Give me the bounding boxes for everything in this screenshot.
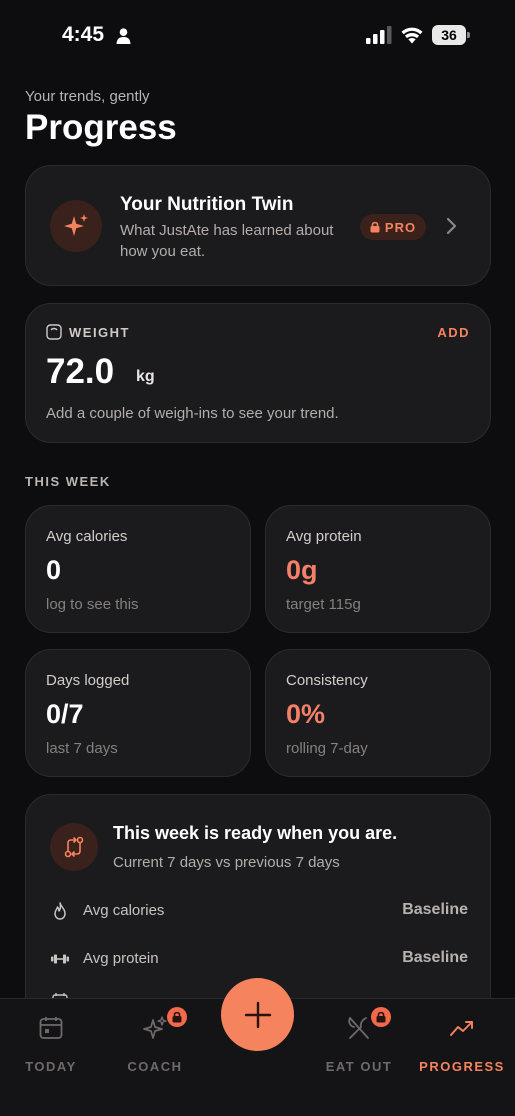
row-value: Baseline <box>402 901 468 918</box>
cellular-signal-icon <box>366 26 392 44</box>
calendar-icon <box>39 1017 63 1039</box>
stat-card-days-logged: Days logged 0/7 last 7 days <box>25 649 251 777</box>
status-time: 4:45 <box>62 23 105 46</box>
stat-sub: log to see this <box>46 596 139 613</box>
tab-eat-out[interactable]: EAT OUT <box>309 1007 409 1074</box>
week-subtitle: Current 7 days vs previous 7 days <box>113 854 340 871</box>
row-value: Baseline <box>402 949 468 966</box>
sparkle-badge <box>50 200 102 252</box>
stat-card-avg-protein: Avg protein 0g target 115g <box>265 505 491 633</box>
lock-icon <box>172 1011 182 1023</box>
tab-label: EAT OUT <box>325 1059 393 1074</box>
lock-badge <box>371 1007 391 1027</box>
flame-icon <box>54 902 66 920</box>
tab-label: TODAY <box>25 1059 77 1074</box>
weight-label: WEIGHT <box>69 325 130 340</box>
weight-card: WEIGHT ADD 72.0 kg Add a couple of weigh… <box>25 303 491 443</box>
status-bar: 4:45 36 <box>0 0 515 70</box>
stat-card-avg-calories: Avg calories 0 log to see this <box>25 505 251 633</box>
week-title: This week is ready when you are. <box>113 823 398 843</box>
stat-label: Avg calories <box>46 528 128 545</box>
stat-sub: rolling 7-day <box>286 740 368 757</box>
pro-badge: PRO <box>360 214 426 240</box>
nutrition-twin-card[interactable]: Your Nutrition Twin What JustAte has lea… <box>25 165 491 286</box>
lock-icon <box>370 221 380 233</box>
battery-nub <box>467 32 470 38</box>
sparkle-icon <box>64 214 88 236</box>
tab-label: COACH <box>127 1059 183 1074</box>
add-weight-button[interactable]: ADD <box>437 325 470 340</box>
stat-value: 0% <box>286 699 326 729</box>
weight-value: 72.0 <box>46 352 115 391</box>
add-log-button[interactable] <box>221 978 294 1051</box>
dumbbell-icon <box>51 954 69 964</box>
lock-icon <box>376 1011 386 1023</box>
stat-label: Avg protein <box>286 528 362 545</box>
page-subtitle: Your trends, gently <box>25 88 150 105</box>
stat-label: Days logged <box>46 672 130 689</box>
scale-icon <box>46 324 62 340</box>
stat-sub: last 7 days <box>46 740 118 757</box>
tab-label: PROGRESS <box>419 1059 505 1074</box>
comparison-row-calories: Avg calories Baseline <box>50 899 468 923</box>
comparison-row-protein: Avg protein Baseline <box>50 947 468 971</box>
compare-badge <box>50 823 98 871</box>
stat-card-consistency: Consistency 0% rolling 7-day <box>265 649 491 777</box>
stat-label: Consistency <box>286 672 368 689</box>
page-title: Progress <box>25 108 177 147</box>
plus-icon <box>244 1001 271 1028</box>
weight-unit: kg <box>136 368 155 385</box>
tab-coach[interactable]: COACH <box>105 1007 205 1074</box>
twin-title: Your Nutrition Twin <box>120 194 294 215</box>
lock-badge <box>167 1007 187 1027</box>
compare-arrows-icon <box>64 836 84 858</box>
wifi-icon <box>401 27 423 44</box>
chevron-right-icon <box>446 217 457 235</box>
stat-sub: target 115g <box>286 596 361 613</box>
battery-indicator: 36 <box>432 25 470 45</box>
stat-value: 0 <box>46 555 62 585</box>
sparkle-icon <box>143 1016 167 1039</box>
stat-value: 0/7 <box>46 699 84 729</box>
pro-badge-label: PRO <box>384 219 417 235</box>
row-label: Avg protein <box>83 950 159 967</box>
twin-description: What JustAte has learned about how you e… <box>120 222 334 260</box>
weight-hint: Add a couple of weigh-ins to see your tr… <box>46 405 339 422</box>
battery-level: 36 <box>432 25 466 45</box>
tab-today[interactable]: TODAY <box>1 1013 101 1074</box>
section-this-week: THIS WEEK <box>25 474 111 489</box>
row-label: Avg calories <box>83 902 165 919</box>
stat-value: 0g <box>286 555 318 585</box>
person-icon <box>116 28 131 44</box>
utensils-icon <box>348 1017 369 1039</box>
tab-progress[interactable]: PROGRESS <box>412 1013 512 1074</box>
trending-up-icon <box>450 1021 473 1036</box>
